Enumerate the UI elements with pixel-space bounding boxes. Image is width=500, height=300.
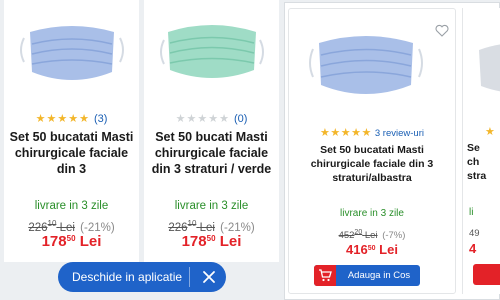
product-card-partial[interactable]: ★ Se ch stra li 49 4: [462, 8, 500, 294]
rating-stars: ★★★★★ (0): [144, 112, 279, 125]
rating-count[interactable]: (3): [94, 113, 107, 125]
discount-badge: (-7%): [382, 230, 406, 241]
product-card[interactable]: ★★★★★ 3 review-uri Set 50 bucatati Masti …: [288, 8, 456, 294]
current-price: 17850 Lei: [181, 233, 242, 250]
product-image-partial[interactable]: [473, 28, 500, 108]
add-to-cart-button[interactable]: [473, 264, 500, 285]
add-to-cart-label: Adauga in Cos: [347, 270, 411, 281]
star-icon: ★: [46, 113, 58, 125]
divider: [189, 267, 190, 287]
review-count-link[interactable]: 3 review-uri: [375, 128, 424, 139]
close-icon[interactable]: [201, 269, 217, 285]
star-icon: ★: [68, 113, 80, 125]
delivery-info: li: [469, 207, 474, 218]
delivery-info: livrare in 3 zile: [174, 200, 249, 212]
star-icon: ★: [340, 127, 352, 139]
product-image-blue-mask[interactable]: [16, 10, 128, 98]
star-empty-icon: ★: [197, 113, 209, 125]
product-title-fragment[interactable]: ch: [467, 156, 479, 168]
old-price: 45220 Lei (-7%): [338, 229, 406, 241]
star-icon: ★: [361, 127, 372, 139]
rating-stars: ★: [485, 126, 495, 138]
rating-count[interactable]: (0): [234, 113, 247, 125]
delivery-info: livrare in 3 zile: [340, 208, 404, 219]
heart-icon[interactable]: [435, 24, 449, 37]
current-price: 17850 Lei: [41, 233, 102, 250]
star-empty-icon: ★: [208, 113, 220, 125]
old-price: 22610 Lei (-21%): [168, 219, 255, 234]
star-icon: ★: [351, 127, 362, 139]
product-card[interactable]: ★★★★★ (3) Set 50 bucatati Masti chirurgic…: [4, 0, 139, 262]
star-empty-icon: ★: [219, 113, 230, 125]
current-price: 41650 Lei: [346, 242, 398, 257]
open-in-app-banner[interactable]: Deschide in aplicatie: [58, 262, 226, 292]
star-icon: ★: [35, 113, 47, 125]
star-empty-icon: ★: [186, 113, 198, 125]
current-price: 4: [469, 241, 477, 256]
rating-stars: ★★★★★ 3 review-uri: [289, 126, 455, 139]
product-image-green-mask[interactable]: [156, 10, 268, 98]
delivery-info: livrare in 3 zile: [34, 200, 109, 212]
product-title-fragment[interactable]: Se: [467, 142, 480, 154]
add-to-cart-button[interactable]: Adauga in Cos: [314, 265, 420, 286]
star-icon: ★: [57, 113, 69, 125]
star-icon: ★: [79, 113, 90, 125]
star-icon: ★: [320, 127, 331, 139]
product-title-fragment[interactable]: stra: [467, 170, 486, 182]
open-in-app-label[interactable]: Deschide in aplicatie: [72, 270, 182, 284]
old-price: 22610 Lei (-21%): [28, 219, 115, 234]
star-icon: ★: [330, 127, 341, 139]
cart-icon: [314, 265, 336, 286]
product-title[interactable]: Set 50 bucati Masti chirurgicale faciale…: [148, 129, 275, 177]
product-card[interactable]: ★★★★★ (0) Set 50 bucati Masti chirurgical…: [144, 0, 279, 262]
old-price: 49: [469, 228, 480, 239]
star-empty-icon: ★: [175, 113, 187, 125]
product-title[interactable]: Set 50 bucatati Masti chirurgicale facia…: [295, 143, 449, 185]
product-image-blue-mask[interactable]: [305, 19, 427, 111]
product-title[interactable]: Set 50 bucatati Masti chirurgicale facia…: [8, 129, 135, 177]
rating-stars: ★★★★★ (3): [4, 112, 139, 125]
